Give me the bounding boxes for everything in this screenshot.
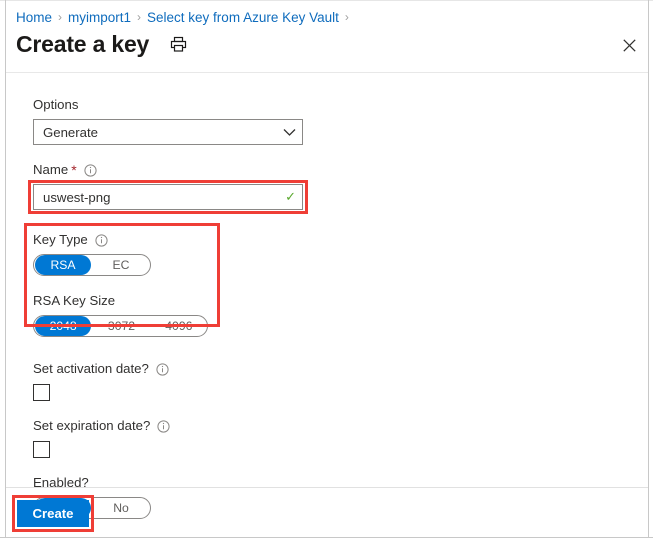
- breadcrumb-separator-icon: ›: [344, 10, 349, 24]
- options-select[interactable]: Generate: [33, 119, 303, 145]
- enabled-label-text: Enabled?: [33, 475, 89, 490]
- set-expiration-date-checkbox[interactable]: [33, 441, 50, 458]
- required-indicator: *: [71, 162, 77, 178]
- key-type-label-text: Key Type: [33, 232, 88, 247]
- enabled-option-no[interactable]: No: [93, 498, 149, 518]
- rsa-key-size-option-2048[interactable]: 2048: [35, 316, 92, 336]
- name-label: Name *: [33, 161, 333, 179]
- name-input[interactable]: uswest-png ✓: [33, 184, 303, 210]
- rsa-key-size-option-4096[interactable]: 4096: [152, 316, 206, 336]
- frame-right-border: [648, 0, 649, 538]
- create-key-form: Options Generate Name * uswest-png ✓ Key…: [24, 96, 333, 519]
- name-input-wrapper: uswest-png ✓: [28, 180, 333, 214]
- breadcrumb-item-select-key[interactable]: Select key from Azure Key Vault: [147, 10, 339, 25]
- footer-divider: [6, 487, 648, 488]
- key-type-field: Key Type RSA EC: [33, 231, 333, 276]
- set-expiration-date-label-text: Set expiration date?: [33, 418, 151, 433]
- set-activation-date-checkbox[interactable]: [33, 384, 50, 401]
- key-type-option-ec[interactable]: EC: [93, 255, 149, 275]
- rsa-key-size-label: RSA Key Size: [33, 292, 333, 310]
- rsa-key-size-toggle[interactable]: 2048 3072 4096: [33, 315, 208, 337]
- enabled-label: Enabled?: [33, 474, 333, 492]
- key-type-toggle[interactable]: RSA EC: [33, 254, 151, 276]
- info-icon[interactable]: [157, 419, 170, 433]
- breadcrumb-separator-icon: ›: [137, 10, 142, 24]
- rsa-key-size-option-3072[interactable]: 3072: [93, 316, 149, 336]
- header-divider: [6, 72, 648, 73]
- set-activation-date-label-text: Set activation date?: [33, 361, 149, 376]
- create-button[interactable]: Create: [17, 500, 89, 527]
- set-expiration-date-label: Set expiration date?: [33, 417, 333, 435]
- breadcrumb-item-home[interactable]: Home: [16, 10, 52, 25]
- key-type-label: Key Type: [33, 231, 333, 249]
- name-label-text: Name: [33, 162, 69, 177]
- set-activation-date-label: Set activation date?: [33, 360, 333, 378]
- page-title: Create a key: [16, 31, 150, 57]
- key-settings-group: Key Type RSA EC RSA Key Size 2048 3072 4…: [24, 223, 333, 337]
- chevron-down-icon: [283, 125, 296, 140]
- frame-left-border: [5, 0, 6, 538]
- breadcrumb-separator-icon: ›: [58, 10, 63, 24]
- close-icon[interactable]: [617, 33, 641, 57]
- options-field: Options Generate: [33, 96, 333, 145]
- title-row: Create a key: [16, 30, 189, 58]
- breadcrumb: Home › myimport1 › Select key from Azure…: [16, 7, 355, 27]
- create-key-blade: Home › myimport1 › Select key from Azure…: [0, 0, 653, 538]
- breadcrumb-item-myimport1[interactable]: myimport1: [68, 10, 131, 25]
- info-icon[interactable]: [84, 163, 97, 177]
- options-label: Options: [33, 96, 333, 114]
- options-label-text: Options: [33, 97, 79, 112]
- frame-top-border: [0, 0, 653, 1]
- rsa-key-size-field: RSA Key Size 2048 3072 4096: [33, 292, 333, 337]
- name-input-value: uswest-png: [43, 189, 111, 205]
- printer-icon[interactable]: [167, 33, 189, 55]
- validation-check-icon: ✓: [285, 189, 296, 204]
- info-icon[interactable]: [156, 362, 169, 376]
- key-type-option-rsa[interactable]: RSA: [35, 255, 91, 275]
- name-field: Name * uswest-png ✓: [28, 161, 333, 214]
- rsa-key-size-label-text: RSA Key Size: [33, 293, 116, 308]
- set-activation-date-field: Set activation date?: [33, 360, 333, 401]
- set-expiration-date-field: Set expiration date?: [33, 417, 333, 458]
- options-select-value: Generate: [43, 124, 98, 140]
- info-icon[interactable]: [95, 233, 108, 247]
